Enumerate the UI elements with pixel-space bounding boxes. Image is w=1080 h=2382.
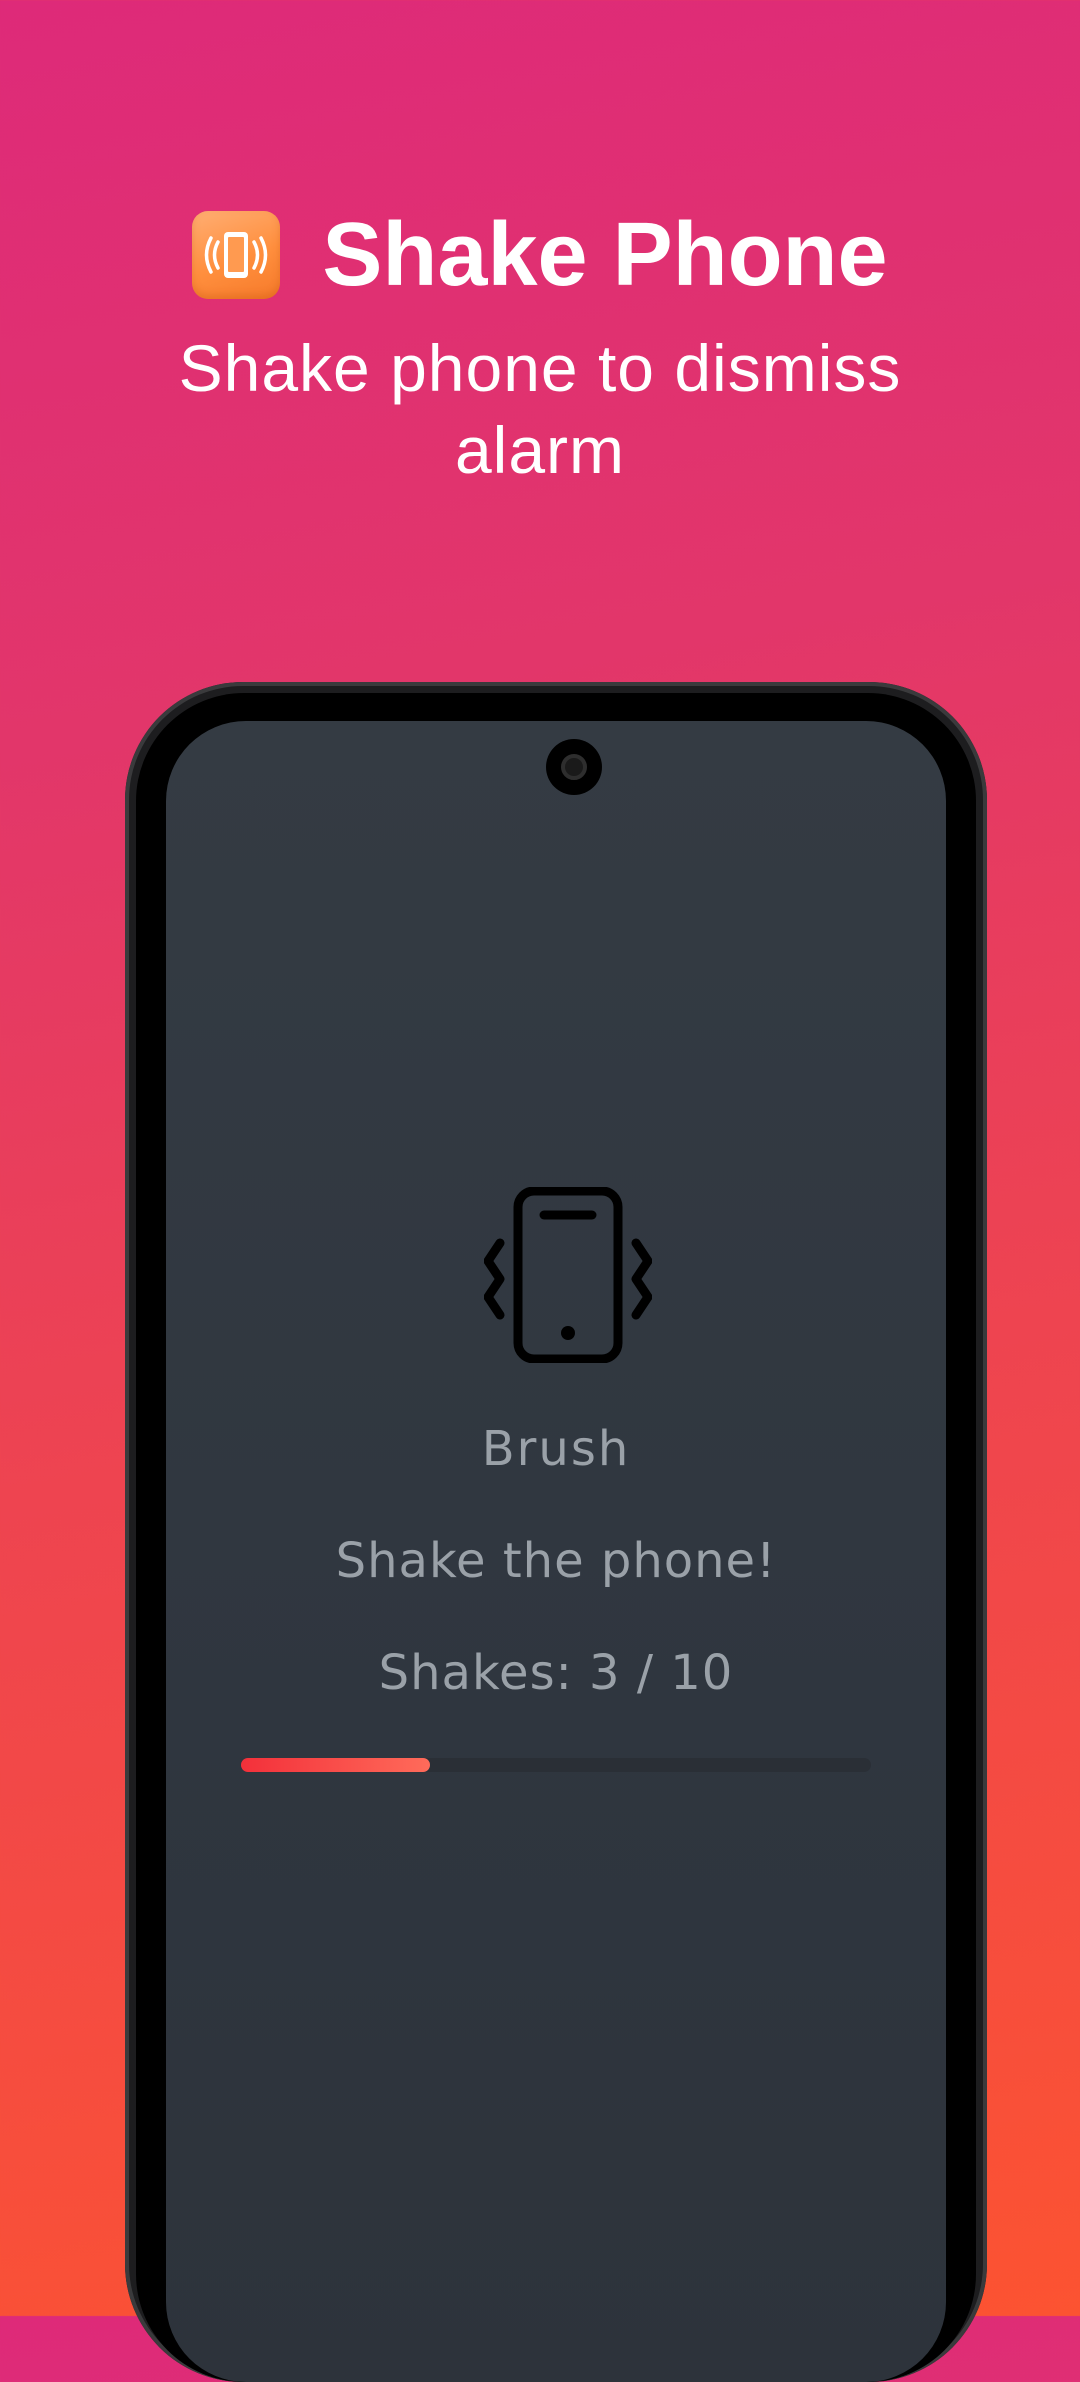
page-subtitle: Shake phone to dismiss alarm xyxy=(178,331,902,487)
front-camera xyxy=(546,739,602,795)
mode-label: Brush xyxy=(481,1421,631,1477)
camera-lens xyxy=(561,754,587,780)
shake-counter: Shakes: 3 / 10 xyxy=(378,1645,734,1701)
progress-fill xyxy=(241,1758,430,1772)
promo-header: Shake Phone Shake phone to dismiss alarm xyxy=(0,195,1080,491)
phone-screen: Brush Shake the phone! Shakes: 3 / 10 xyxy=(166,721,946,2382)
title-row: Shake Phone xyxy=(0,195,1080,315)
page-title: Shake Phone xyxy=(322,204,888,305)
instruction-text: Shake the phone! xyxy=(335,1533,777,1589)
shake-phone-icon xyxy=(484,1187,652,1363)
phone-mockup: Brush Shake the phone! Shakes: 3 / 10 xyxy=(125,682,987,2382)
progress-bar xyxy=(241,1758,871,1772)
vibrating-phone-icon xyxy=(192,211,281,299)
phone-bezel: Brush Shake the phone! Shakes: 3 / 10 xyxy=(136,693,976,2382)
